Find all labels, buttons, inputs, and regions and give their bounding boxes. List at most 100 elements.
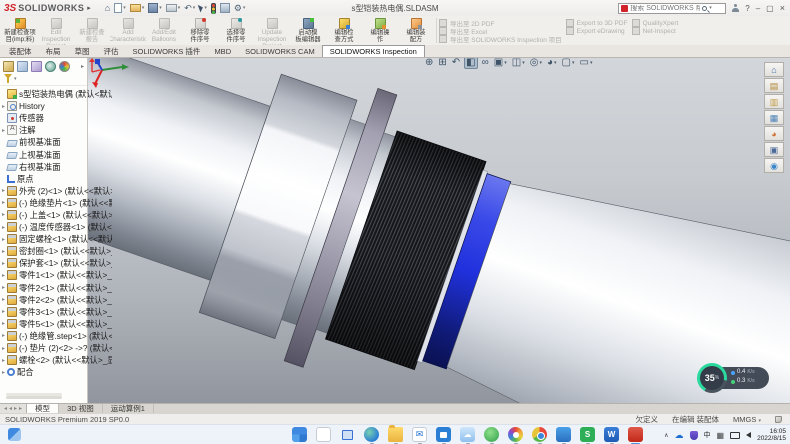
feature-tree-item[interactable]: ▸ 保护套<1> (默认<<默认>_显示状	[0, 257, 112, 269]
expand-arrow-icon[interactable]: ▸	[0, 345, 7, 352]
view-tool-button[interactable]: ↶	[451, 58, 461, 69]
expand-arrow-icon[interactable]: ▸	[0, 260, 7, 267]
ribbon-stack-item[interactable]: 导出至 SOLIDWORKS Inspection 项目	[439, 35, 562, 43]
command-tab[interactable]: SOLIDWORKS CAM	[238, 45, 322, 57]
command-tab[interactable]: SOLIDWORKS 插件	[126, 45, 208, 57]
login-icon[interactable]	[732, 4, 739, 12]
quick-access-button[interactable]: ▾	[166, 4, 181, 12]
search-input[interactable]	[630, 5, 700, 12]
expand-arrow-icon[interactable]: ▸	[0, 369, 7, 376]
quick-access-button[interactable]: ▾	[199, 4, 207, 12]
feature-tree-item[interactable]: ▸ 配合	[0, 366, 112, 378]
taskbar-app-button[interactable]: ✉	[412, 427, 427, 444]
taskbar-app-button[interactable]	[436, 427, 451, 444]
task-pane-tab[interactable]: ▥	[764, 94, 784, 109]
clock[interactable]: 16:05 2022/8/15	[757, 428, 786, 443]
tab-nav-arrows[interactable]: ◂◂▸▸	[0, 404, 27, 413]
expand-arrow-icon[interactable]: ▸	[0, 248, 7, 255]
feature-tree-item[interactable]: ▸ (-) 绝缘垫片<1> (默认<<默认>_显	[0, 197, 112, 209]
expand-arrow-icon[interactable]: ▸	[0, 187, 7, 194]
ribbon-stack-item[interactable]: Net-Inspect	[632, 27, 679, 35]
ribbon-button[interactable]: 选择零 件序号	[218, 17, 254, 45]
task-pane-tab[interactable]: ▣	[764, 142, 784, 157]
feature-tree-item[interactable]: ▸ 密封圈<1> (默认<<默认>_显示状	[0, 245, 112, 257]
dropdown-caret-icon[interactable]: ▾	[504, 60, 507, 66]
feature-tree-item[interactable]: ▸ 螺栓<2> (默认<<默认>_显示状态	[0, 354, 112, 366]
quick-access-button[interactable]: ⚙ ▾	[234, 3, 246, 13]
feature-tree-item[interactable]: ▸ 零件2<1> (默认<<默认>_显示状态	[0, 282, 112, 294]
touch-keyboard-icon[interactable]: ▦	[717, 431, 725, 440]
search-dropdown-icon[interactable]: ▾	[709, 5, 712, 11]
view-tool-button[interactable]: ▢ ▾	[561, 58, 576, 69]
display-tray-icon[interactable]	[730, 432, 740, 439]
feature-tree-item[interactable]: 上视基准面	[0, 148, 112, 160]
expand-arrow-icon[interactable]: ▸	[0, 357, 7, 364]
command-tab[interactable]: 评估	[97, 45, 126, 57]
performance-overlay-badge[interactable]: 35% 0.4 K/s 0.3 K/s	[697, 363, 769, 393]
ribbon-button[interactable]: 编辑操 作	[362, 17, 398, 45]
restore-button[interactable]: ▢	[766, 4, 774, 13]
feature-tree-item[interactable]: ▸ 零件1<1> (默认<<默认>_显示状态	[0, 269, 112, 281]
close-button[interactable]: ×	[780, 3, 785, 13]
feature-tree-item[interactable]: 右视基准面	[0, 161, 112, 173]
ime-indicator[interactable]: 中	[704, 430, 711, 440]
feature-tree-item[interactable]: ▸ (-) 绝缘管.step<1> (默认<<默认>	[0, 330, 112, 342]
ribbon-button[interactable]: 编辑装 配方	[398, 17, 434, 45]
taskbar-app-button[interactable]	[316, 427, 331, 444]
widgets-icon[interactable]	[8, 428, 21, 441]
model-tab[interactable]: 3D 视图	[59, 404, 103, 413]
command-tab[interactable]: 装配体	[2, 45, 39, 57]
tab-nav-arrow-icon[interactable]: ▸	[14, 405, 17, 412]
taskbar-app-button[interactable]: W	[604, 427, 619, 444]
tab-nav-arrow-icon[interactable]: ◂	[4, 405, 7, 412]
expand-arrow-icon[interactable]: ▸	[0, 332, 7, 339]
feature-tree-item[interactable]: 前视基准面	[0, 136, 112, 148]
model-tab[interactable]: 模型	[27, 404, 59, 413]
view-tool-button[interactable]: ◎ ▾	[529, 58, 543, 69]
taskbar-app-button[interactable]	[340, 427, 355, 444]
help-search-box[interactable]: ▾	[618, 3, 726, 14]
ribbon-stack-item[interactable]: QualityXpert	[632, 19, 679, 27]
tab-nav-arrow-icon[interactable]: ▸	[19, 405, 22, 412]
command-tab[interactable]: 布局	[39, 45, 68, 57]
feature-tree-item[interactable]: ▸ (-) 温度传感器<1> (默认<<默认>_	[0, 221, 112, 233]
taskbar-app-button[interactable]: ☁	[460, 427, 475, 444]
view-tool-button[interactable]: ▣ ▾	[493, 58, 508, 69]
graphics-viewport[interactable]: ⊕ ⊞ ↶ ◧	[88, 58, 790, 403]
search-icon[interactable]	[702, 6, 707, 11]
tab-overflow-icon[interactable]: ▸	[81, 63, 85, 70]
displaymanager-tab-icon[interactable]	[59, 61, 70, 72]
configurationmanager-tab-icon[interactable]	[31, 61, 42, 72]
expand-arrow-icon[interactable]: ▸	[0, 127, 7, 134]
ribbon-button[interactable]: Add Characteristic	[110, 17, 146, 45]
taskbar-app-button[interactable]	[556, 427, 571, 444]
task-pane-tab[interactable]: ◉	[764, 158, 784, 173]
task-pane-tab[interactable]: ◕	[764, 126, 784, 141]
propertymanager-tab-icon[interactable]	[17, 61, 28, 72]
minimize-button[interactable]: –	[756, 4, 760, 13]
feature-tree-item[interactable]: s型铠装热电偶 (默认<默认>_显示状态-1	[0, 88, 112, 100]
view-tool-button[interactable]: ▭ ▾	[578, 58, 593, 69]
view-tool-button[interactable]: ⊞	[437, 58, 447, 69]
command-tab[interactable]: SOLIDWORKS Inspection	[322, 45, 425, 57]
dropdown-caret-icon[interactable]: ▾	[159, 5, 162, 11]
ribbon-button[interactable]: 新建检查 报告	[74, 17, 110, 45]
ribbon-button[interactable]: Update Inspection Project	[254, 17, 290, 45]
dropdown-caret-icon[interactable]: ▾	[243, 5, 246, 11]
menu-expand-icon[interactable]: ▸	[87, 4, 91, 12]
filter-caret-icon[interactable]: ▾	[14, 76, 17, 82]
taskbar-app-button[interactable]	[484, 427, 499, 444]
expand-arrow-icon[interactable]: ▸	[0, 224, 7, 231]
task-pane-tab[interactable]: ⌂	[764, 62, 784, 77]
dropdown-caret-icon[interactable]: ▾	[193, 5, 196, 11]
taskbar-app-button[interactable]	[628, 427, 643, 444]
dropdown-caret-icon[interactable]: ▾	[539, 60, 542, 66]
quick-access-button[interactable]: ▾	[148, 3, 162, 13]
taskbar-app-button[interactable]	[364, 427, 379, 444]
expand-arrow-icon[interactable]: ▸	[0, 103, 7, 110]
dropdown-caret-icon[interactable]: ▾	[572, 60, 575, 66]
feature-tree-item[interactable]: ▸ 注解	[0, 124, 112, 136]
view-tool-button[interactable]: ⊕	[424, 58, 434, 69]
expand-arrow-icon[interactable]: ▸	[0, 236, 7, 243]
onedrive-icon[interactable]: ☁	[675, 430, 684, 441]
